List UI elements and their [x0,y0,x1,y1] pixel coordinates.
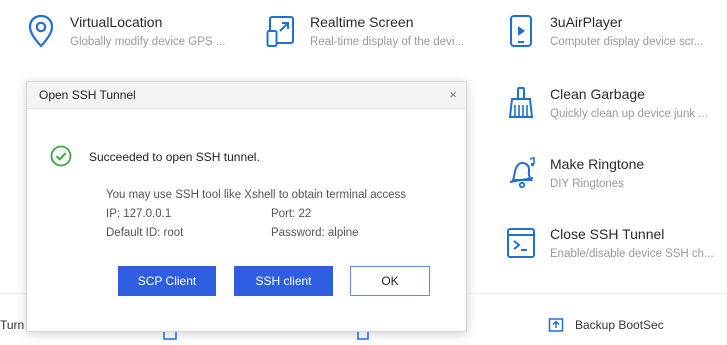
tool-description: Quickly clean up device junk ... [550,108,708,120]
ip-value: IP: 127.0.0.1 [106,208,172,220]
close-icon[interactable]: × [449,88,457,102]
broom-icon [508,87,534,118]
port-value: Port: 22 [271,208,312,220]
scp-client-button[interactable]: SCP Client [118,266,216,296]
tool-realtime-screen[interactable]: Realtime Screen Real-time display of the… [266,14,486,64]
tool-description: DIY Ringtones [550,178,624,190]
tool-title: 3uAirPlayer [550,14,623,30]
success-message: Succeeded to open SSH tunnel. [89,150,260,164]
ok-button[interactable]: OK [350,266,430,296]
screen-cast-icon [266,16,294,47]
bottom-item-turn[interactable]: Turn [0,318,24,332]
ssh-client-button[interactable]: SSH client [234,266,333,296]
default-id-value: Default ID: root [106,227,184,239]
tool-title: Close SSH Tunnel [550,226,665,242]
tool-title: Clean Garbage [550,86,645,102]
tool-virtual-location[interactable]: VirtualLocation Globally modify device G… [26,14,246,64]
airplayer-icon [510,15,532,47]
terminal-icon [507,228,535,258]
bell-music-icon [509,156,535,189]
bottom-item-backup-bootsec[interactable]: Backup BootSec [548,316,688,336]
tool-close-ssh-tunnel[interactable]: Close SSH Tunnel Enable/disable device S… [506,226,726,276]
tool-description: Computer display device scr... [550,36,704,48]
bottom-item-label: Backup BootSec [575,318,664,332]
tool-title: Realtime Screen [310,14,414,30]
tool-title: Make Ringtone [550,156,645,172]
tool-3uairplayer[interactable]: 3uAirPlayer Computer display device scr.… [506,14,726,64]
success-check-icon [50,145,72,167]
tool-description: Globally modify device GPS ... [70,36,226,48]
tool-make-ringtone[interactable]: Make Ringtone DIY Ringtones [506,156,726,206]
dialog-title: Open SSH Tunnel [39,88,136,102]
tool-description: Enable/disable device SSH ch... [550,248,714,260]
location-pin-icon [28,14,54,48]
ssh-tunnel-dialog: Open SSH Tunnel × Succeeded to open SSH … [26,81,467,332]
tool-title: VirtualLocation [70,14,163,30]
dialog-header: Open SSH Tunnel × [27,82,466,109]
hint-text: You may use SSH tool like Xshell to obta… [106,189,407,201]
backup-icon [548,318,564,332]
password-value: Password: alpine [271,227,359,239]
tool-clean-garbage[interactable]: Clean Garbage Quickly clean up device ju… [506,86,726,136]
tool-description: Real-time display of the devi... [310,36,465,48]
